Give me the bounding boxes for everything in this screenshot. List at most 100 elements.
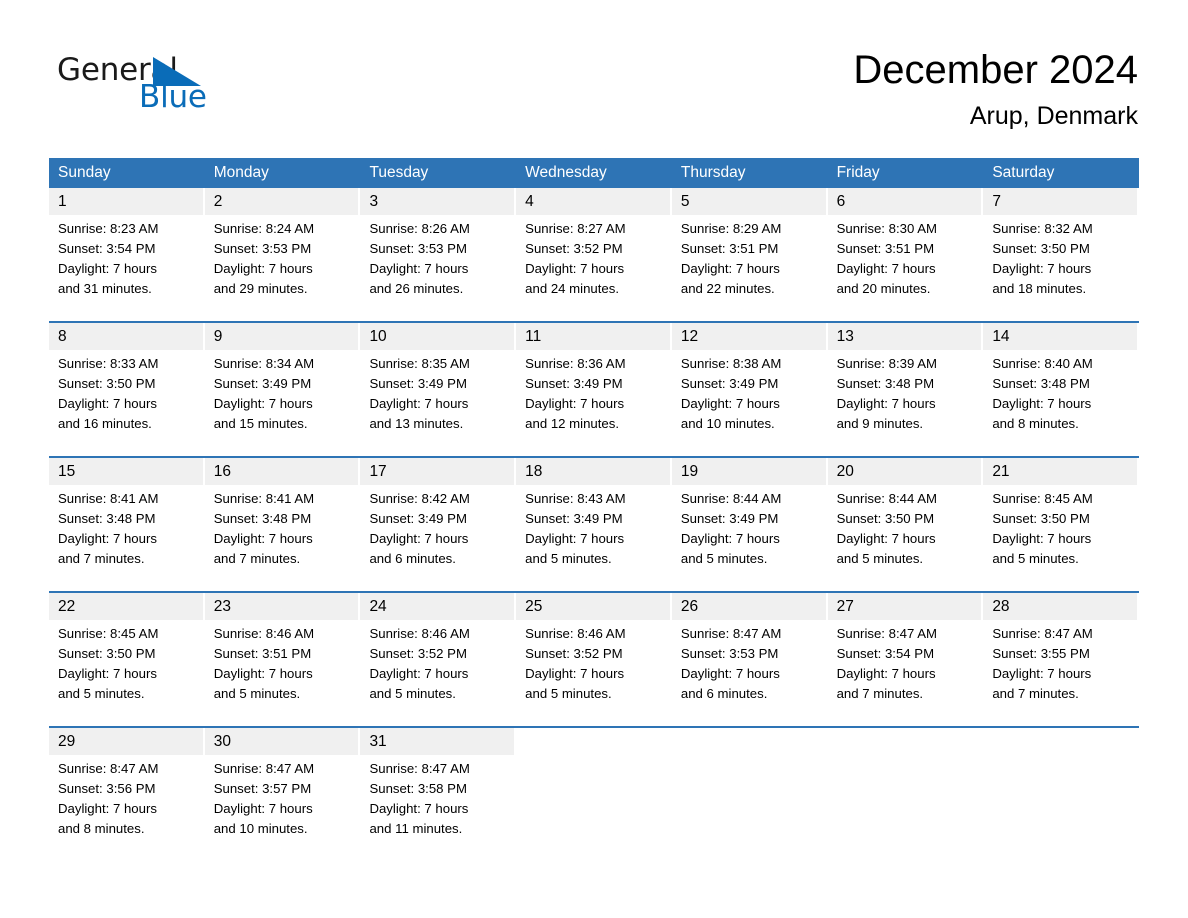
title-block: December 2024 Arup, Denmark [853,46,1138,132]
day-cell[interactable]: 9 Sunrise: 8:34 AM Sunset: 3:49 PM Dayli… [204,323,361,451]
day-number: 4 [525,193,534,210]
day-number: 5 [680,193,690,210]
sunset-text: Sunset: 3:58 PM [369,781,467,796]
sunrise-text: Sunrise: 8:46 AM [369,626,470,641]
daylight-line2: and 31 minutes. [58,281,152,296]
daylight-line2: and 5 minutes. [369,686,456,701]
day-cell[interactable]: 29 Sunrise: 8:47 AM Sunset: 3:56 PM Dayl… [49,728,205,856]
day-cell[interactable]: 12 Sunrise: 8:38 AM Sunset: 3:49 PM Dayl… [671,323,828,451]
day-cell[interactable]: 10 Sunrise: 8:35 AM Sunset: 3:49 PM Dayl… [360,323,517,451]
generalblue-logo[interactable]: General Blue [57,53,287,115]
logo-text-blue: Blue [139,79,207,115]
day-number: 7 [992,193,1001,210]
day-cell[interactable]: 27 Sunrise: 8:47 AM Sunset: 3:54 PM Dayl… [827,593,984,721]
daylight-line1: Daylight: 7 hours [525,666,625,681]
day-details: Sunrise: 8:36 AM Sunset: 3:49 PM Dayligh… [525,354,672,434]
daylight-line2: and 5 minutes. [992,551,1079,566]
week-row: 1 Sunrise: 8:23 AM Sunset: 3:54 PM Dayli… [49,188,1140,316]
page-title: December 2024 [853,48,1138,92]
daylight-line1: Daylight: 7 hours [369,531,469,546]
day-cell[interactable]: 21 Sunrise: 8:45 AM Sunset: 3:50 PM Dayl… [983,458,1140,586]
day-cell[interactable]: 30 Sunrise: 8:47 AM Sunset: 3:57 PM Dayl… [204,728,361,856]
week-row: 22 Sunrise: 8:45 AM Sunset: 3:50 PM Dayl… [49,591,1140,721]
day-cell[interactable]: 22 Sunrise: 8:45 AM Sunset: 3:50 PM Dayl… [49,593,205,721]
day-cell[interactable]: 23 Sunrise: 8:46 AM Sunset: 3:51 PM Dayl… [204,593,361,721]
daynum-band [828,728,982,755]
daylight-line2: and 9 minutes. [836,416,924,431]
daylight-line1: Daylight: 7 hours [836,666,936,681]
day-number: 17 [369,463,387,480]
day-cell[interactable]: 24 Sunrise: 8:46 AM Sunset: 3:52 PM Dayl… [360,593,517,721]
day-cell[interactable]: 31 Sunrise: 8:47 AM Sunset: 3:58 PM Dayl… [360,728,517,856]
day-cell[interactable]: 16 Sunrise: 8:41 AM Sunset: 3:48 PM Dayl… [204,458,361,586]
day-cell[interactable]: 14 Sunrise: 8:40 AM Sunset: 3:48 PM Dayl… [983,323,1140,451]
daylight-line2: and 8 minutes. [992,416,1079,431]
daylight-line2: and 15 minutes. [213,416,308,431]
day-details: Sunrise: 8:47 AM Sunset: 3:55 PM Dayligh… [992,624,1139,704]
day-details: Sunrise: 8:42 AM Sunset: 3:49 PM Dayligh… [369,489,516,569]
weekday-header-sunday: Sunday [58,164,111,181]
day-number: 24 [369,598,387,615]
sunset-text: Sunset: 3:50 PM [58,646,156,661]
day-number: 25 [525,598,543,615]
day-number: 22 [58,598,76,615]
daylight-line1: Daylight: 7 hours [836,396,936,411]
sunrise-text: Sunrise: 8:44 AM [680,491,782,506]
daylight-line1: Daylight: 7 hours [836,261,936,276]
day-cell[interactable]: 28 Sunrise: 8:47 AM Sunset: 3:55 PM Dayl… [983,593,1140,721]
day-details: Sunrise: 8:24 AM Sunset: 3:53 PM Dayligh… [214,219,361,299]
daylight-line1: Daylight: 7 hours [58,801,157,816]
sunset-text: Sunset: 3:52 PM [525,241,623,256]
day-cell[interactable]: 15 Sunrise: 8:41 AM Sunset: 3:48 PM Dayl… [49,458,205,586]
day-details: Sunrise: 8:45 AM Sunset: 3:50 PM Dayligh… [58,624,205,704]
sunset-text: Sunset: 3:57 PM [213,781,312,796]
day-number: 11 [525,328,542,345]
day-details: Sunrise: 8:38 AM Sunset: 3:49 PM Dayligh… [681,354,828,434]
day-cell[interactable]: 8 Sunrise: 8:33 AM Sunset: 3:50 PM Dayli… [49,323,205,451]
day-cell[interactable]: 3 Sunrise: 8:26 AM Sunset: 3:53 PM Dayli… [360,188,517,316]
daylight-line2: and 10 minutes. [680,416,775,431]
day-cell-empty [827,728,984,856]
daylight-line1: Daylight: 7 hours [213,531,313,546]
day-cell[interactable]: 26 Sunrise: 8:47 AM Sunset: 3:53 PM Dayl… [671,593,828,721]
daylight-line2: and 24 minutes. [525,281,619,296]
day-cell[interactable]: 7 Sunrise: 8:32 AM Sunset: 3:50 PM Dayli… [983,188,1140,316]
sunrise-text: Sunrise: 8:47 AM [680,626,782,641]
day-number: 20 [836,463,854,480]
day-cell[interactable]: 4 Sunrise: 8:27 AM Sunset: 3:52 PM Dayli… [516,188,672,316]
daylight-line1: Daylight: 7 hours [992,261,1092,276]
day-details: Sunrise: 8:46 AM Sunset: 3:51 PM Dayligh… [214,624,361,704]
day-number: 26 [680,598,699,615]
day-cell[interactable]: 5 Sunrise: 8:29 AM Sunset: 3:51 PM Dayli… [671,188,828,316]
sunset-text: Sunset: 3:49 PM [213,376,312,391]
day-cell[interactable]: 18 Sunrise: 8:43 AM Sunset: 3:49 PM Dayl… [516,458,672,586]
day-number: 16 [213,463,231,480]
day-details: Sunrise: 8:47 AM Sunset: 3:58 PM Dayligh… [369,759,516,839]
sunrise-text: Sunrise: 8:36 AM [525,356,626,371]
daynum-band [516,728,670,755]
day-cell[interactable]: 1 Sunrise: 8:23 AM Sunset: 3:54 PM Dayli… [49,188,205,316]
daylight-line2: and 7 minutes. [836,686,924,701]
day-cell[interactable]: 11 Sunrise: 8:36 AM Sunset: 3:49 PM Dayl… [516,323,672,451]
daylight-line2: and 16 minutes. [58,416,152,431]
daylight-line2: and 26 minutes. [369,281,464,296]
day-cell[interactable]: 20 Sunrise: 8:44 AM Sunset: 3:50 PM Dayl… [827,458,984,586]
page-header: General Blue December 2024 Arup, Denmark [0,0,1188,130]
sunset-text: Sunset: 3:50 PM [992,241,1090,256]
weekday-header-thursday: Thursday [680,164,746,181]
day-cell[interactable]: 6 Sunrise: 8:30 AM Sunset: 3:51 PM Dayli… [827,188,984,316]
day-cell[interactable]: 17 Sunrise: 8:42 AM Sunset: 3:49 PM Dayl… [360,458,517,586]
sunrise-text: Sunrise: 8:47 AM [369,761,470,776]
day-cell[interactable]: 13 Sunrise: 8:39 AM Sunset: 3:48 PM Dayl… [827,323,984,451]
day-cell-empty [671,728,828,856]
sunset-text: Sunset: 3:50 PM [992,511,1090,526]
daylight-line1: Daylight: 7 hours [58,396,157,411]
daylight-line2: and 22 minutes. [680,281,775,296]
sunrise-text: Sunrise: 8:30 AM [836,221,938,236]
day-cell-empty [516,728,672,856]
day-cell[interactable]: 2 Sunrise: 8:24 AM Sunset: 3:53 PM Dayli… [204,188,361,316]
day-cell[interactable]: 25 Sunrise: 8:46 AM Sunset: 3:52 PM Dayl… [516,593,672,721]
day-details: Sunrise: 8:29 AM Sunset: 3:51 PM Dayligh… [681,219,828,299]
day-details: Sunrise: 8:46 AM Sunset: 3:52 PM Dayligh… [369,624,516,704]
day-cell[interactable]: 19 Sunrise: 8:44 AM Sunset: 3:49 PM Dayl… [671,458,828,586]
